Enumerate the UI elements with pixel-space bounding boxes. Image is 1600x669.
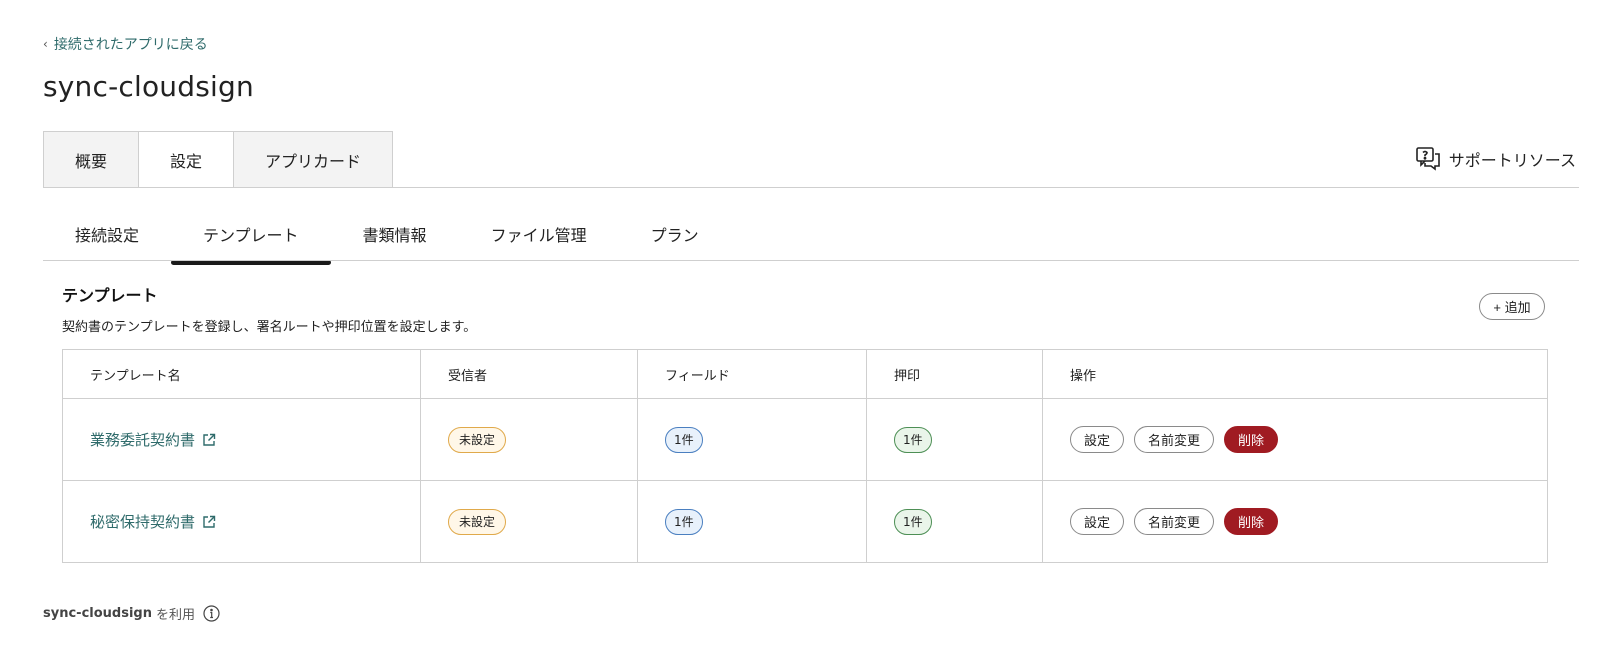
template-link[interactable]: 業務委託契約書 (90, 429, 216, 450)
footer-suffix: を利用 (155, 608, 195, 623)
subtab-document-info[interactable]: 書類情報 (331, 212, 459, 262)
template-link[interactable]: 秘密保持契約書 (90, 511, 216, 532)
table-header-row: テンプレート名 受信者 フィールド 押印 操作 (62, 349, 1548, 399)
subtab-file-management[interactable]: ファイル管理 (459, 212, 619, 262)
info-icon[interactable] (203, 605, 220, 622)
rename-button[interactable]: 名前変更 (1134, 426, 1215, 453)
col-template-name: テンプレート名 (62, 349, 421, 399)
external-link-icon (203, 433, 216, 446)
fields-badge: 1件 (665, 508, 703, 535)
subtab-plan[interactable]: プラン (619, 212, 731, 262)
template-name: 秘密保持契約書 (90, 513, 196, 531)
tab-settings[interactable]: 設定 (138, 131, 234, 188)
sub-tabs: 接続設定 テンプレート 書類情報 ファイル管理 プラン (43, 212, 731, 265)
rename-button[interactable]: 名前変更 (1134, 508, 1215, 535)
support-resources-label: サポートリソース (1448, 151, 1576, 170)
section-description: 契約書のテンプレートを登録し、署名ルートや押印位置を設定します。 (62, 320, 477, 335)
recipient-badge: 未設定 (448, 426, 507, 453)
templates-table: テンプレート名 受信者 フィールド 押印 操作 業務委託契約書 未設定 1件 1… (62, 349, 1548, 563)
chat-question-icon (1415, 147, 1440, 171)
col-recipient: 受信者 (420, 349, 638, 399)
support-resources-button[interactable]: サポートリソース (1415, 146, 1576, 172)
recipient-badge: 未設定 (448, 508, 507, 535)
col-stamp: 押印 (866, 349, 1043, 399)
delete-button[interactable]: 削除 (1224, 508, 1279, 535)
tab-overview[interactable]: 概要 (43, 131, 139, 188)
subtab-templates[interactable]: テンプレート (171, 212, 331, 265)
add-template-button[interactable]: + 追加 (1479, 293, 1545, 320)
subtab-connection-settings[interactable]: 接続設定 (43, 212, 171, 262)
footer-usage: sync-cloudsign を利用 (43, 604, 220, 623)
chevron-left-icon: ‹ (43, 37, 48, 51)
col-actions: 操作 (1042, 349, 1548, 399)
settings-button[interactable]: 設定 (1070, 508, 1125, 535)
settings-button[interactable]: 設定 (1070, 426, 1125, 453)
main-tabs-divider (43, 187, 1579, 188)
template-name: 業務委託契約書 (90, 431, 196, 449)
tab-app-card[interactable]: アプリカード (233, 131, 393, 188)
section-title: テンプレート (62, 286, 158, 305)
sub-tabs-divider (43, 260, 1579, 261)
main-tabs: 概要 設定 アプリカード (43, 131, 393, 188)
back-link[interactable]: ‹ 接続されたアプリに戻る (43, 34, 208, 54)
table-row: 業務委託契約書 未設定 1件 1件 設定 名前変更 削除 (62, 398, 1548, 481)
footer-app-name: sync-cloudsign (43, 606, 152, 621)
page-title: sync-cloudsign (43, 70, 254, 103)
fields-badge: 1件 (665, 426, 703, 453)
col-fields: フィールド (637, 349, 867, 399)
stamp-badge: 1件 (894, 508, 932, 535)
row-actions: 設定 名前変更 削除 (1070, 426, 1547, 453)
row-actions: 設定 名前変更 削除 (1070, 508, 1547, 535)
delete-button[interactable]: 削除 (1224, 426, 1279, 453)
external-link-icon (203, 515, 216, 528)
table-row: 秘密保持契約書 未設定 1件 1件 設定 名前変更 削除 (62, 480, 1548, 563)
stamp-badge: 1件 (894, 426, 932, 453)
back-link-label: 接続されたアプリに戻る (53, 37, 208, 53)
